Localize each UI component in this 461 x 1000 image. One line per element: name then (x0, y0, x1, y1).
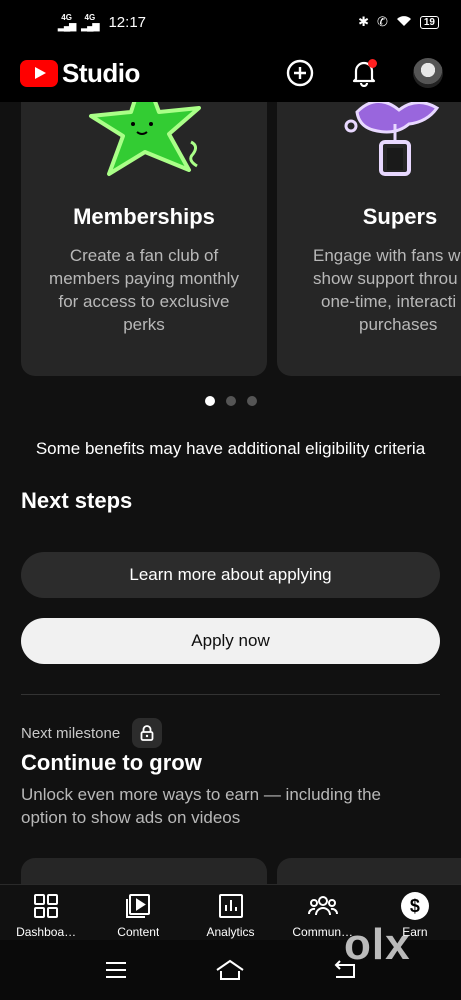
divider (21, 694, 440, 695)
memberships-illustration (89, 102, 201, 176)
card-description: Engage with fans w show support throu on… (313, 244, 461, 336)
status-time: 12:17 (108, 13, 147, 31)
benefit-card-supers[interactable]: Supers Engage with fans w show support t… (277, 102, 461, 376)
lock-icon (140, 725, 154, 741)
milestone-label: Next milestone (21, 724, 121, 742)
dollar-icon: $ (400, 891, 429, 921)
notification-dot (368, 59, 377, 68)
lock-badge (132, 718, 163, 748)
app-bar-actions (285, 58, 443, 88)
logo-text: Studio (62, 57, 140, 88)
carousel-indicator (0, 396, 461, 406)
card-description-line: purchases (359, 315, 438, 334)
plus-circle-icon (286, 59, 314, 87)
apply-now-button[interactable]: Apply now (21, 618, 440, 664)
card-description-line: Engage with fans w (313, 246, 461, 265)
avatar[interactable] (413, 58, 443, 88)
nav-item-analytics[interactable]: Analytics (184, 885, 276, 940)
milestone-description: Unlock even more ways to earn — includin… (21, 785, 382, 827)
eligibility-note: Some benefits may have additional eligib… (35, 439, 426, 458)
card-description-line: one-time, interacti (321, 292, 457, 311)
network-indicator-1: 4G ▂▄▆ (58, 13, 76, 31)
carousel-dot[interactable] (225, 396, 236, 406)
status-left: 4G ▂▄▆ 4G ▂▄▆ 12:17 (58, 14, 146, 31)
benefit-card-memberships[interactable]: Memberships Create a fan club of members… (21, 102, 267, 376)
card-title: Memberships (73, 204, 215, 229)
status-right: ✱ ✆ 19 (358, 14, 439, 30)
nav-label: Analytics (206, 925, 255, 939)
youtube-studio-logo[interactable]: Studio (20, 58, 140, 89)
nav-item-content[interactable]: Content (92, 885, 184, 940)
olx-watermark: olx (344, 920, 411, 969)
bluetooth-icon: ✱ (358, 14, 369, 29)
wifi-icon (396, 15, 412, 30)
status-bar: 4G ▂▄▆ 4G ▂▄▆ 12:17 ✱ ✆ 19 (0, 0, 461, 44)
carousel-dot[interactable] (204, 396, 215, 406)
notifications-button[interactable] (349, 58, 379, 88)
analytics-icon (217, 891, 245, 921)
community-icon (307, 891, 339, 921)
nav-item-dashboard[interactable]: Dashboa… (0, 885, 92, 940)
card-description-line: show support throu (313, 269, 458, 288)
menu-icon[interactable] (104, 960, 128, 980)
home-icon[interactable] (215, 959, 245, 981)
card-description: Create a fan club of members paying mont… (49, 246, 239, 334)
battery-indicator: 19 (419, 15, 439, 29)
main-content: Memberships Create a fan club of members… (0, 102, 461, 884)
milestone-header: Next milestone (21, 718, 163, 748)
learn-more-button[interactable]: Learn more about applying (21, 552, 440, 598)
app-bar: Studio (0, 44, 461, 102)
nav-label: Content (117, 925, 160, 939)
supers-illustration (344, 102, 440, 176)
card-title: Supers (362, 204, 438, 229)
call-icon: ✆ (376, 14, 388, 29)
nav-label: Dashboa… (16, 925, 77, 939)
next-steps-title: Next steps (21, 488, 133, 513)
network-indicator-2: 4G ▂▄▆ (81, 13, 99, 31)
milestone-card[interactable] (21, 858, 267, 884)
youtube-logo-icon (20, 59, 58, 87)
dashboard-icon (32, 891, 60, 921)
carousel-dot[interactable] (246, 396, 257, 406)
create-button[interactable] (285, 58, 315, 88)
milestone-card[interactable] (277, 858, 461, 884)
milestone-title: Continue to grow (21, 750, 202, 775)
content-icon (124, 891, 152, 921)
